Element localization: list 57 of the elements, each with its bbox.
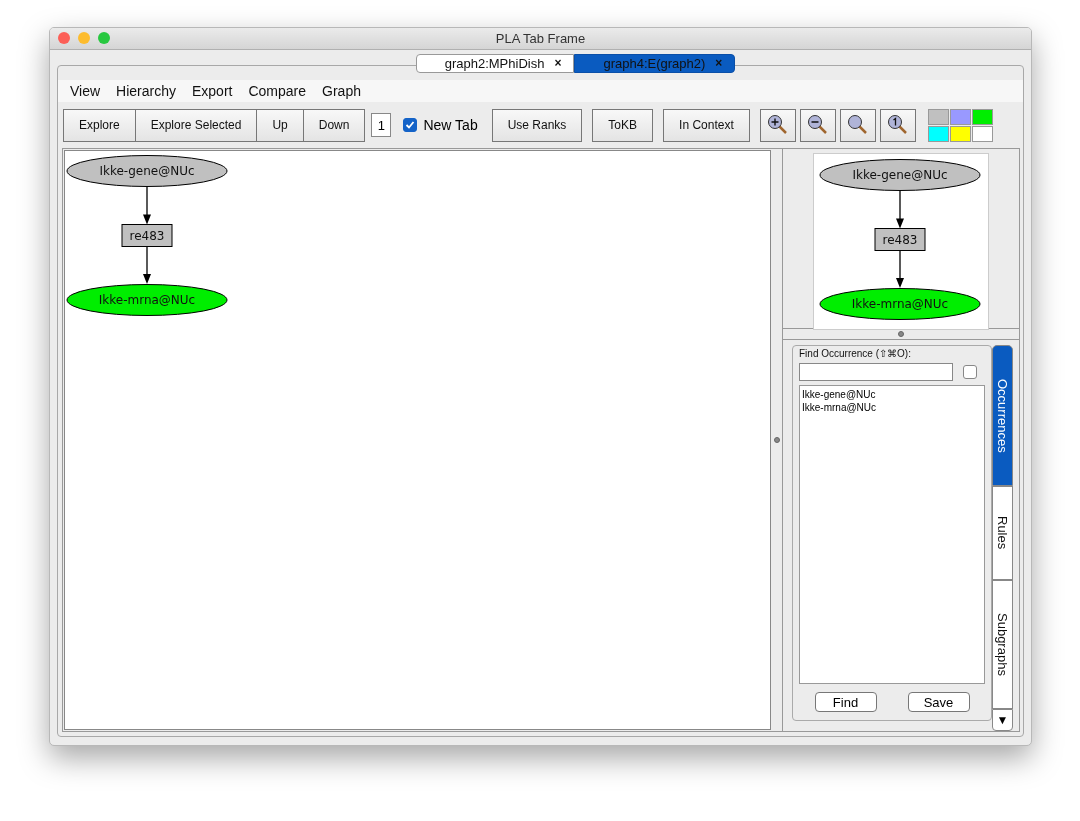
zoom-out-icon xyxy=(807,115,827,134)
panel-button[interactable]: Find xyxy=(814,692,877,712)
checkbox-label: New Tab xyxy=(423,117,478,133)
side-tab[interactable]: Subgraphs xyxy=(992,580,1013,709)
edge-arrow xyxy=(896,249,904,288)
color-swatch[interactable] xyxy=(927,125,949,142)
menu-item[interactable]: View xyxy=(62,83,109,99)
tab[interactable]: graph2:MPhiDish × xyxy=(415,53,575,73)
zoom-actual-button[interactable] xyxy=(879,108,916,142)
edge-arrow xyxy=(143,186,151,225)
toolbar-button[interactable]: Use Ranks xyxy=(491,108,583,142)
species-node[interactable]: Ikke-gene@NUc xyxy=(66,155,228,187)
edge-arrow xyxy=(143,245,151,284)
edge-arrow xyxy=(896,190,904,229)
menu-item[interactable]: Export xyxy=(184,83,241,99)
panel-button[interactable]: Save xyxy=(907,692,970,712)
zoom-in-button[interactable] xyxy=(759,108,796,142)
side-tab[interactable]: Rules xyxy=(992,486,1013,580)
result-item[interactable]: Ikke-gene@NUc xyxy=(802,388,982,401)
toolbar-button[interactable]: Down xyxy=(302,108,366,142)
toolbar-button[interactable]: ToKB xyxy=(592,108,654,142)
search-field[interactable] xyxy=(799,363,953,381)
close-button[interactable] xyxy=(58,32,70,45)
color-swatch[interactable] xyxy=(927,108,949,125)
toolbar-button[interactable]: Explore Selected xyxy=(134,108,258,142)
menu-item[interactable]: Compare xyxy=(240,83,315,99)
species-node[interactable]: Ikke-mrna@NUc xyxy=(819,288,981,320)
window-title: PLA Tab Frame xyxy=(495,30,586,46)
magnifier-icon xyxy=(847,115,867,134)
split-handle[interactable] xyxy=(898,331,904,337)
depth-field[interactable]: 1 xyxy=(371,113,392,137)
option-checkbox[interactable] xyxy=(963,365,977,379)
zoom-button[interactable] xyxy=(98,32,110,45)
zoom-fit-button[interactable] xyxy=(839,108,876,142)
split-handle[interactable] xyxy=(774,437,781,443)
zoom-in-icon xyxy=(767,115,787,134)
result-item[interactable]: Ikke-mrna@NUc xyxy=(802,401,982,414)
menu-item[interactable]: Graph xyxy=(314,83,369,99)
menu-item[interactable]: Hierarchy xyxy=(108,83,184,99)
zoom-out-button[interactable] xyxy=(799,108,836,142)
color-swatch[interactable] xyxy=(949,108,971,125)
side-tab[interactable]: Occurrences xyxy=(992,345,1013,486)
scroll-down-button[interactable]: ▼ xyxy=(992,709,1013,731)
reaction-node[interactable]: re483 xyxy=(874,228,926,251)
species-node[interactable]: Ikke-gene@NUc xyxy=(819,159,981,191)
color-swatch[interactable] xyxy=(949,125,971,142)
reaction-node[interactable]: re483 xyxy=(121,224,173,247)
new-tab-checkbox[interactable] xyxy=(403,118,418,132)
find-label: Find Occurrence (⇧⌘O): xyxy=(799,348,912,359)
color-swatch[interactable] xyxy=(971,125,993,142)
toolbar-button[interactable]: In Context xyxy=(663,108,750,142)
zoom-actual-icon xyxy=(887,115,907,134)
close-icon[interactable]: × xyxy=(554,56,562,71)
toolbar-button[interactable]: Up xyxy=(256,108,304,142)
toolbar-button[interactable]: Explore xyxy=(63,108,136,142)
species-node[interactable]: Ikke-mrna@NUc xyxy=(66,284,228,316)
color-swatch[interactable] xyxy=(971,108,993,125)
